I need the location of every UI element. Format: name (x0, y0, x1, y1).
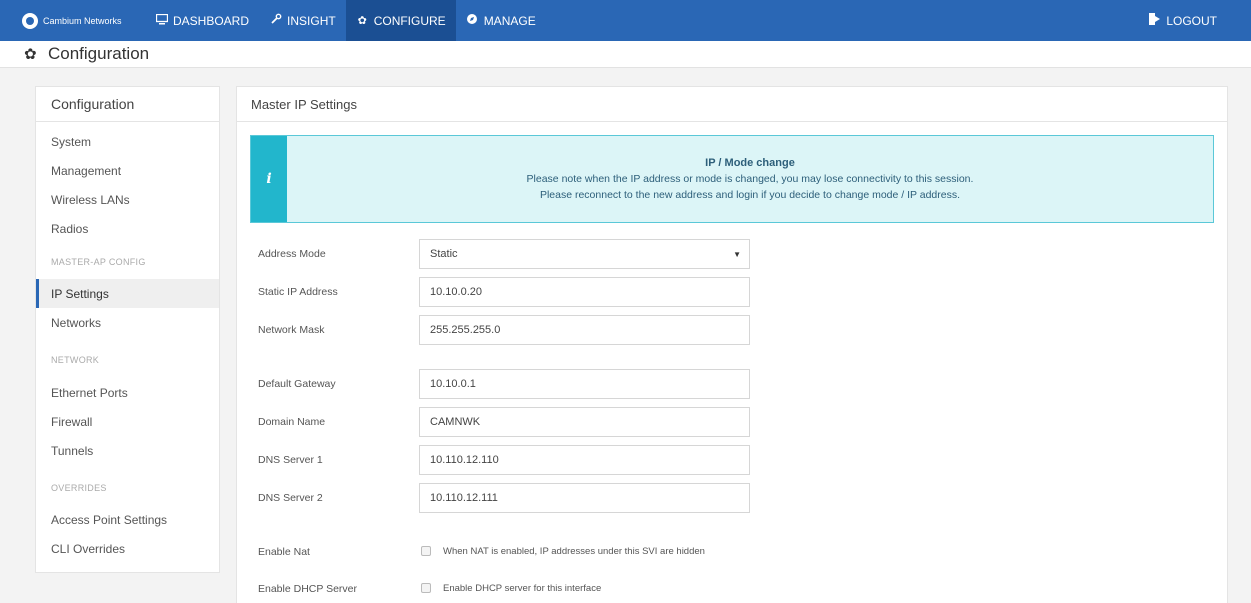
nav-insight[interactable]: INSIGHT (259, 0, 346, 41)
nav-configure[interactable]: ✿ CONFIGURE (345, 0, 456, 41)
brand-logo[interactable]: Cambium Networks (0, 12, 145, 29)
network-mask-label: Network Mask (258, 324, 325, 336)
nav-manage[interactable]: MANAGE (456, 0, 546, 41)
dns-server-1-label: DNS Server 1 (258, 454, 323, 466)
nav-dashboard-label: DASHBOARD (173, 13, 250, 28)
sidebar-item-wireless-lans[interactable]: Wireless LANs (36, 185, 219, 214)
sidebar-item-management[interactable]: Management (36, 156, 219, 185)
sidebar-item-label: IP Settings (51, 286, 109, 301)
nav-dashboard[interactable]: DASHBOARD (145, 0, 259, 41)
network-mask-field[interactable] (419, 315, 750, 345)
alert-message-line-2: Please reconnect to the new address and … (539, 189, 961, 201)
gear-icon: ✿ (24, 46, 37, 63)
address-mode-label: Address Mode (258, 248, 326, 260)
sidebar-item-access-point-settings[interactable]: Access Point Settings (36, 505, 219, 534)
caret-down-icon: ▼ (733, 250, 741, 259)
sidebar-item-networks[interactable]: Networks (36, 308, 219, 337)
gear-icon: ✿ (357, 15, 367, 27)
logout-label: LOGOUT (1166, 13, 1217, 28)
static-ip-input[interactable] (430, 286, 739, 298)
nav-configure-label: CONFIGURE (373, 13, 446, 28)
alert-message-line-1: Please note when the IP address or mode … (526, 173, 974, 185)
sidebar-item-cli-overrides[interactable]: CLI Overrides (36, 534, 219, 563)
alert-title: IP / Mode change (705, 157, 795, 169)
sidebar-item-label: Wireless LANs (51, 192, 130, 207)
info-icon: i (266, 171, 272, 187)
default-gateway-field[interactable] (419, 369, 750, 399)
logout-button[interactable]: LOGOUT (1138, 0, 1227, 41)
sidebar-section-master-ap-config: MASTER-AP CONFIG (51, 257, 146, 267)
master-ip-settings-panel: Master IP Settings i IP / Mode change Pl… (236, 86, 1228, 603)
monitor-icon (155, 13, 168, 28)
page-title-bar: ✿ Configuration (0, 41, 1251, 68)
sidebar-item-label: CLI Overrides (51, 541, 126, 556)
static-ip-field[interactable] (419, 277, 750, 307)
sidebar-item-label: Tunnels (51, 443, 94, 458)
domain-name-field[interactable] (419, 407, 750, 437)
logout-icon (1148, 13, 1161, 28)
dns-server-1-input[interactable] (430, 454, 739, 466)
sidebar-item-ip-settings[interactable]: IP Settings (36, 279, 219, 308)
default-gateway-input[interactable] (430, 378, 739, 390)
sidebar-item-radios[interactable]: Radios (36, 214, 219, 243)
sidebar-section-overrides: OVERRIDES (51, 483, 107, 493)
compass-icon (466, 13, 479, 28)
static-ip-label: Static IP Address (258, 286, 338, 298)
network-mask-input[interactable] (430, 324, 739, 336)
page-title: Configuration (48, 44, 150, 63)
sidebar-item-label: Networks (51, 315, 102, 330)
sidebar-item-tunnels[interactable]: Tunnels (36, 436, 219, 465)
address-mode-value: Static (430, 248, 458, 260)
config-sidebar: Configuration System Management Wireless… (35, 86, 220, 573)
sidebar-item-label: Radios (51, 221, 89, 236)
wrench-icon (269, 13, 282, 28)
dns-server-2-field[interactable] (419, 483, 750, 513)
nav-manage-label: MANAGE (483, 13, 536, 28)
nav-insight-label: INSIGHT (287, 13, 336, 28)
sidebar-item-label: Management (51, 163, 122, 178)
domain-name-input[interactable] (430, 416, 739, 428)
sidebar-section-network: NETWORK (51, 355, 100, 365)
sidebar-item-firewall[interactable]: Firewall (36, 407, 219, 436)
sidebar-item-ethernet-ports[interactable]: Ethernet Ports (36, 378, 219, 407)
enable-nat-checkbox[interactable] (421, 546, 431, 556)
default-gateway-label: Default Gateway (258, 378, 336, 390)
alert-bar: i (251, 136, 287, 222)
sidebar-header: Configuration (36, 87, 219, 122)
enable-dhcp-checkbox[interactable] (421, 583, 431, 593)
domain-name-label: Domain Name (258, 416, 326, 428)
dns-server-2-input[interactable] (430, 492, 739, 504)
dns-server-1-field[interactable] (419, 445, 750, 475)
top-navbar: Cambium Networks DASHBOARD INSIGHT ✿ CON… (0, 0, 1251, 41)
sidebar-item-label: System (51, 134, 92, 149)
alert-text: IP / Mode change Please note when the IP… (287, 136, 1213, 222)
enable-nat-label: Enable Nat (258, 546, 310, 558)
brand-name: Cambium Networks (43, 15, 122, 26)
enable-dhcp-label: Enable DHCP Server (258, 583, 358, 595)
panel-title: Master IP Settings (237, 87, 1227, 122)
ip-mode-change-alert: i IP / Mode change Please note when the … (250, 135, 1214, 223)
sidebar-item-label: Firewall (51, 414, 93, 429)
address-mode-select[interactable]: Static ▼ (419, 239, 750, 269)
sidebar-item-system[interactable]: System (36, 127, 219, 156)
dns-server-2-label: DNS Server 2 (258, 492, 323, 504)
sidebar-item-label: Access Point Settings (51, 512, 168, 527)
cambium-logo-icon (22, 12, 38, 29)
sidebar-item-label: Ethernet Ports (51, 385, 128, 400)
enable-nat-description: When NAT is enabled, IP addresses under … (443, 546, 705, 557)
enable-dhcp-description: Enable DHCP server for this interface (443, 583, 602, 594)
